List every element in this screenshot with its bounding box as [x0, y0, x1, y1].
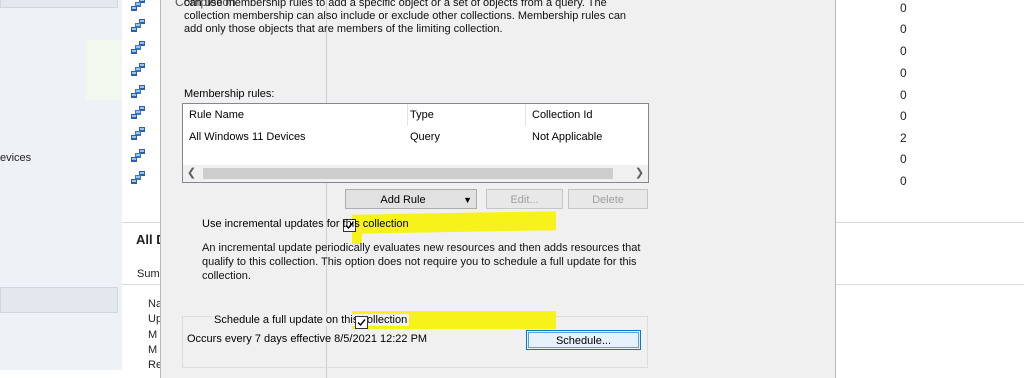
scroll-left-icon[interactable]: ❮ [183, 165, 200, 182]
nav-item-selected-lower[interactable] [0, 287, 118, 313]
collection-icon [131, 41, 148, 57]
collection-icon [131, 19, 148, 35]
column-header-type[interactable]: Type [410, 104, 434, 126]
member-count[interactable]: 0 [900, 22, 907, 36]
rule-type-cell: Query [410, 131, 440, 143]
incremental-updates-description: An incremental update periodically evalu… [202, 242, 641, 282]
member-count[interactable]: 0 [900, 109, 907, 123]
checkmark-icon [357, 319, 366, 327]
incremental-updates-label[interactable]: Use incremental updates for this collect… [202, 218, 409, 230]
scroll-right-icon[interactable]: ❯ [631, 165, 648, 182]
dropdown-arrow-icon: ▼ [463, 195, 472, 205]
horizontal-scrollbar[interactable]: ❮ ❯ [183, 165, 648, 182]
member-count[interactable]: 0 [900, 44, 907, 58]
delete-rule-button[interactable]: Delete [568, 189, 648, 209]
membership-rules-label: Membership rules: [184, 88, 275, 100]
member-count[interactable]: 0 [900, 88, 907, 102]
edit-rule-button[interactable]: Edit... [486, 189, 563, 209]
member-count[interactable]: 0 [900, 174, 907, 188]
add-rule-button[interactable]: Add Rule ▼ [345, 189, 477, 209]
collection-icon [131, 63, 148, 79]
full-update-checkbox[interactable] [355, 316, 368, 329]
rule-name-cell: All Windows 11 Devices [189, 131, 306, 143]
collection-icon [131, 85, 148, 101]
scrollbar-thumb[interactable] [203, 168, 613, 179]
summary-item: M [148, 344, 158, 356]
collection-icon [131, 127, 148, 143]
full-update-label[interactable]: Schedule a full update on this collectio… [212, 314, 410, 326]
collection-icon [131, 171, 148, 187]
membership-description: can use membership rules to add a specif… [184, 0, 627, 35]
summary-item: M [148, 329, 158, 341]
summary-heading: Sum [137, 268, 160, 280]
column-header-collection-id[interactable]: Collection Id [532, 104, 593, 126]
collection-icon [131, 0, 148, 14]
schedule-button[interactable]: Schedule... [526, 330, 641, 350]
column-header-rule-name[interactable]: Rule Name [189, 104, 244, 126]
member-count[interactable]: 0 [900, 66, 907, 80]
member-count[interactable]: 2 [900, 131, 907, 145]
member-count[interactable]: 0 [900, 1, 907, 15]
column-separator[interactable] [407, 104, 408, 126]
collection-icon [131, 149, 148, 165]
collection-icon [131, 106, 148, 122]
schedule-button-label: Schedule... [555, 335, 612, 347]
column-separator[interactable] [525, 104, 526, 126]
member-count[interactable]: 0 [900, 152, 907, 166]
schedule-summary: Occurs every 7 days effective 8/5/2021 1… [187, 333, 428, 345]
collection-id-cell: Not Applicable [532, 131, 603, 143]
add-rule-label: Add Rule [380, 194, 426, 206]
membership-rules-list[interactable]: Rule Name Type Collection Id All Windows… [182, 103, 649, 183]
